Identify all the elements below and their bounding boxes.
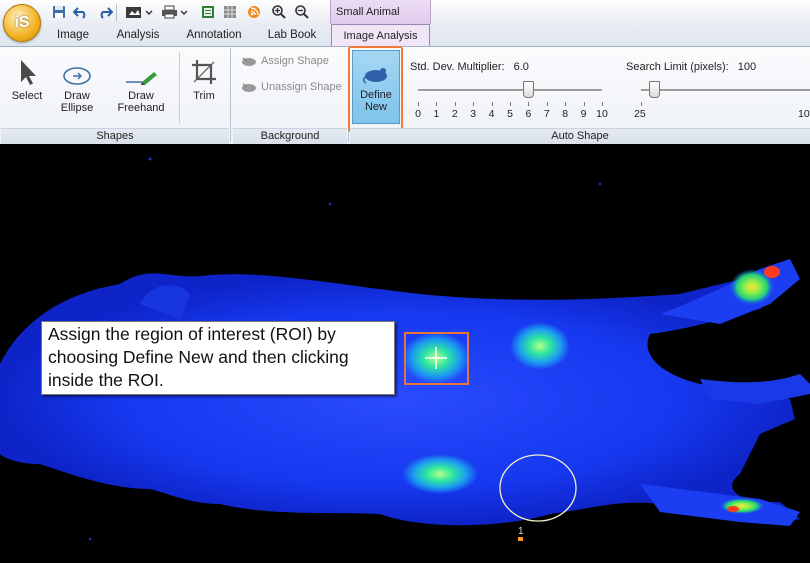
ellipse-icon — [62, 56, 92, 86]
std-dev-tick-label: 5 — [507, 108, 513, 120]
std-dev-tick — [436, 102, 438, 106]
toolbar-divider — [116, 4, 117, 21]
std-dev-tick-label: 7 — [543, 108, 550, 120]
std-dev-tick — [510, 102, 511, 106]
std-dev-label-text: Std. Dev. Multiplier: — [410, 61, 505, 73]
std-dev-tick-label: 2 — [451, 108, 458, 120]
group-label-background: Background — [233, 128, 347, 144]
std-dev-label: Std. Dev. Multiplier: 6.0 — [410, 61, 529, 73]
std-dev-tick — [546, 102, 548, 106]
unassign-shape-label: Unassign Shape — [261, 81, 342, 93]
std-dev-tick-label: 1 — [433, 108, 440, 120]
std-dev-tick — [418, 102, 419, 106]
cursor-arrow-icon — [17, 56, 37, 86]
tab-image-analysis[interactable]: Image Analysis — [331, 24, 430, 47]
app-logo-text: iS — [14, 14, 30, 31]
std-dev-tick — [602, 102, 603, 106]
search-limit-label-text: Search Limit (pixels): — [626, 61, 729, 73]
search-limit-slider-thumb[interactable] — [649, 81, 660, 98]
draw-freehand-button[interactable]: Draw Freehand — [112, 56, 170, 114]
std-dev-tick — [583, 102, 585, 106]
zoom-out-icon[interactable] — [293, 3, 311, 21]
app-menu-button[interactable]: iS — [3, 4, 41, 42]
roi-target-highlight — [404, 332, 469, 385]
context-tab-group-label: Small Animal — [330, 0, 431, 24]
printer-icon[interactable] — [160, 3, 190, 21]
std-dev-slider-track[interactable] — [418, 89, 602, 92]
std-dev-tick — [473, 102, 475, 106]
std-dev-tick-label: 8 — [562, 108, 569, 120]
group-divider — [230, 48, 231, 142]
unassign-shape-icon — [242, 83, 256, 92]
report-icon[interactable] — [199, 3, 217, 21]
std-dev-tick — [454, 102, 456, 106]
draw-ellipse-button[interactable]: Draw Ellipse — [54, 56, 100, 114]
grid-icon[interactable] — [221, 3, 239, 21]
assign-shape-icon — [242, 57, 256, 66]
tab-analysis[interactable]: Analysis — [108, 24, 168, 46]
search-limit-tick — [641, 102, 642, 106]
roi-marker — [518, 537, 523, 541]
tab-image[interactable]: Image — [48, 24, 98, 46]
std-dev-tick-label: 4 — [488, 108, 495, 120]
std-dev-tick-label: 6 — [525, 108, 532, 120]
group-inner-divider — [179, 52, 180, 124]
context-tab-label-text: Small Animal — [336, 6, 400, 18]
std-dev-tick-label: 10 — [596, 108, 608, 120]
select-button[interactable]: Select — [6, 56, 48, 102]
crop-icon — [190, 56, 218, 86]
camera-icon[interactable] — [124, 3, 154, 21]
tab-lab-book[interactable]: Lab Book — [262, 24, 322, 46]
define-new-highlight — [348, 46, 403, 132]
draw-freehand-label: Draw Freehand — [117, 90, 165, 114]
trim-button[interactable]: Trim — [184, 56, 224, 102]
save-icon[interactable] — [50, 3, 68, 21]
std-dev-tick-label: 9 — [580, 108, 587, 120]
std-dev-tick — [528, 102, 530, 106]
instruction-callout: Assign the region of interest (ROI) by c… — [41, 321, 395, 395]
std-dev-tick-label: 0 — [415, 108, 421, 120]
draw-ellipse-label: Draw Ellipse — [60, 90, 94, 114]
search-limit-slider-track[interactable] — [641, 89, 810, 92]
assign-shape-button[interactable]: Assign Shape — [241, 55, 329, 67]
std-dev-tick-label: 3 — [470, 108, 477, 120]
pencil-icon — [124, 56, 158, 86]
unassign-shape-button[interactable]: Unassign Shape — [241, 81, 342, 93]
roi-number-label: 1 — [518, 526, 524, 537]
redo-icon[interactable] — [96, 3, 114, 21]
search-limit-max-label: 10 — [798, 108, 810, 120]
group-label-auto-shape: Auto Shape — [350, 128, 810, 144]
assign-shape-label: Assign Shape — [261, 55, 329, 67]
rss-icon[interactable] — [245, 3, 263, 21]
tab-annotation[interactable]: Annotation — [180, 24, 248, 46]
std-dev-tick — [565, 102, 567, 106]
trim-label: Trim — [193, 90, 215, 102]
search-limit-min-label: 25 — [634, 108, 646, 120]
undo-icon[interactable] — [72, 3, 90, 21]
group-label-shapes: Shapes — [1, 128, 229, 144]
zoom-in-icon[interactable] — [270, 3, 288, 21]
std-dev-value: 6.0 — [513, 61, 529, 73]
select-label: Select — [11, 90, 43, 102]
std-dev-tick — [491, 102, 493, 106]
std-dev-slider-thumb[interactable] — [523, 81, 535, 98]
search-limit-value: 100 — [737, 61, 757, 73]
search-limit-label: Search Limit (pixels): 100 — [626, 61, 756, 73]
